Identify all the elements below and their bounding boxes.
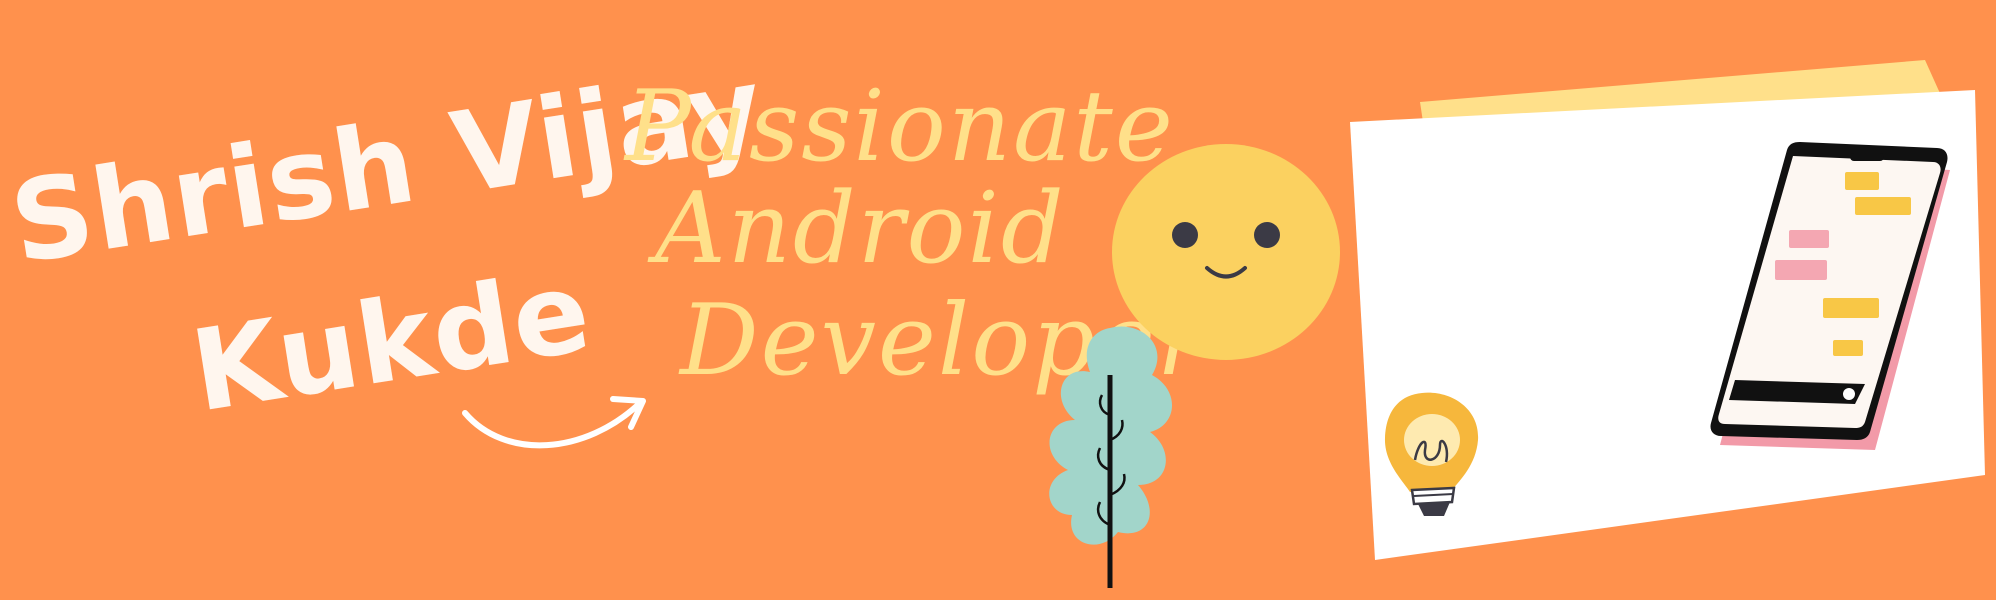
smartphone-chat-icon bbox=[1710, 142, 1950, 450]
tagline-android: Android bbox=[655, 172, 1066, 286]
smiley-face-icon bbox=[1112, 144, 1340, 360]
curved-arrow-icon bbox=[462, 396, 646, 449]
tagline-passionate: Passionate bbox=[625, 70, 1175, 184]
lightbulb-icon bbox=[1384, 392, 1479, 516]
banner: Shrish Vijay Kukde Passionate Android De… bbox=[0, 0, 1996, 600]
